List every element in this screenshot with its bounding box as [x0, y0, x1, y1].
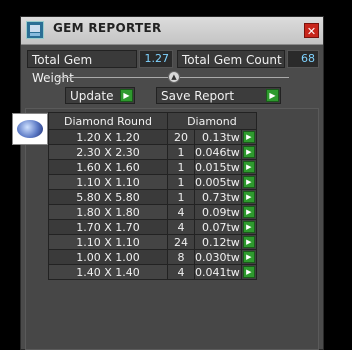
gem-count-cell: 20 — [167, 129, 195, 145]
row-go-icon[interactable]: ▶ — [242, 266, 255, 278]
gem-weight-cell: 0.09tw — [194, 204, 242, 220]
save-report-button-label: Save Report — [161, 89, 235, 103]
title-bar[interactable]: GEM REPORTER ✕ — [21, 17, 323, 45]
table-row: 1.60 X 1.60 1 0.015tw ▶ — [48, 159, 257, 175]
gem-weight-cell: 0.73tw — [194, 189, 242, 205]
total-gem-count-label: Total Gem Count — [177, 50, 285, 68]
table-row: 1.10 X 1.10 24 0.12tw ▶ — [48, 234, 257, 250]
gem-size-cell: 1.10 X 1.10 — [48, 234, 168, 250]
row-action-cell: ▶ — [240, 174, 257, 190]
row-action-cell: ▶ — [240, 234, 257, 250]
gem-count-cell: 4 — [167, 264, 195, 280]
gem-weight-cell: 0.07tw — [194, 219, 242, 235]
row-action-cell: ▶ — [240, 189, 257, 205]
table-row: 5.80 X 5.80 1 0.73tw ▶ — [48, 189, 257, 205]
table-row: 1.40 X 1.40 4 0.041tw ▶ — [48, 264, 257, 280]
gem-count-cell: 4 — [167, 204, 195, 220]
gem-size-cell: 1.40 X 1.40 — [48, 264, 168, 280]
gem-size-cell: 1.00 X 1.00 — [48, 249, 168, 265]
gem-weight-cell: 0.030tw — [194, 249, 242, 265]
update-button[interactable]: Update ▶ — [65, 87, 135, 104]
save-report-button[interactable]: Save Report ▶ — [156, 87, 281, 104]
gem-count-cell: 8 — [167, 249, 195, 265]
table-row: 1.00 X 1.00 8 0.030tw ▶ — [48, 249, 257, 265]
gem-count-cell: 1 — [167, 189, 195, 205]
table-row: 1.80 X 1.80 4 0.09tw ▶ — [48, 204, 257, 220]
column-header-shape: Diamond Round — [48, 112, 168, 130]
update-button-label: Update — [70, 89, 114, 103]
splitter-collapse-icon[interactable]: ▲ — [168, 71, 180, 83]
gem-size-cell: 2.30 X 2.30 — [48, 144, 168, 160]
row-go-icon[interactable]: ▶ — [242, 161, 255, 173]
row-action-cell: ▶ — [240, 144, 257, 160]
row-go-icon[interactable]: ▶ — [242, 131, 255, 143]
gem-weight-cell: 0.046tw — [194, 144, 242, 160]
row-go-icon[interactable]: ▶ — [242, 221, 255, 233]
gem-size-cell: 1.10 X 1.10 — [48, 174, 168, 190]
row-action-cell: ▶ — [240, 249, 257, 265]
row-go-icon[interactable]: ▶ — [242, 191, 255, 203]
gem-weight-cell: 0.13tw — [194, 129, 242, 145]
gem-count-cell: 1 — [167, 144, 195, 160]
update-go-icon: ▶ — [120, 89, 133, 102]
gem-size-cell: 1.20 X 1.20 — [48, 129, 168, 145]
close-button[interactable]: ✕ — [304, 23, 319, 38]
column-header-stone: Diamond — [167, 112, 257, 130]
gem-size-cell: 1.60 X 1.60 — [48, 159, 168, 175]
gem-size-cell: 1.70 X 1.70 — [48, 219, 168, 235]
total-gem-count-value: 68 — [287, 50, 319, 68]
total-gem-weight-value: 1.27 — [139, 50, 173, 68]
gem-weight-cell: 0.015tw — [194, 159, 242, 175]
table-row: 1.70 X 1.70 4 0.07tw ▶ — [48, 219, 257, 235]
save-report-go-icon: ▶ — [266, 89, 279, 102]
table-row: 2.30 X 2.30 1 0.046tw ▶ — [48, 144, 257, 160]
gem-count-cell: 24 — [167, 234, 195, 250]
row-go-icon[interactable]: ▶ — [242, 176, 255, 188]
total-gem-weight-label: Total Gem Weight — [27, 50, 137, 85]
diamond-gem-shape — [17, 120, 43, 138]
table-row: 1.20 X 1.20 20 0.13tw ▶ — [48, 129, 257, 145]
gem-weight-cell: 0.041tw — [194, 264, 242, 280]
row-action-cell: ▶ — [240, 159, 257, 175]
gem-table: Diamond Round Diamond 1.20 X 1.20 20 0.13t… — [48, 112, 257, 280]
gem-count-cell: 4 — [167, 219, 195, 235]
row-go-icon[interactable]: ▶ — [242, 236, 255, 248]
gem-count-cell: 1 — [167, 159, 195, 175]
round-diamond-icon — [12, 113, 48, 145]
row-go-icon[interactable]: ▶ — [242, 251, 255, 263]
row-action-cell: ▶ — [240, 264, 257, 280]
row-go-icon[interactable]: ▶ — [242, 206, 255, 218]
row-action-cell: ▶ — [240, 204, 257, 220]
row-action-cell: ▶ — [240, 219, 257, 235]
row-action-cell: ▶ — [240, 129, 257, 145]
window-title: GEM REPORTER — [53, 21, 162, 35]
gem-weight-cell: 0.12tw — [194, 234, 242, 250]
row-go-icon[interactable]: ▶ — [242, 146, 255, 158]
gem-size-cell: 1.80 X 1.80 — [48, 204, 168, 220]
gem-count-cell: 1 — [167, 174, 195, 190]
app-icon — [26, 21, 44, 39]
table-row: 1.10 X 1.10 1 0.005tw ▶ — [48, 174, 257, 190]
gem-weight-cell: 0.005tw — [194, 174, 242, 190]
gem-size-cell: 5.80 X 5.80 — [48, 189, 168, 205]
